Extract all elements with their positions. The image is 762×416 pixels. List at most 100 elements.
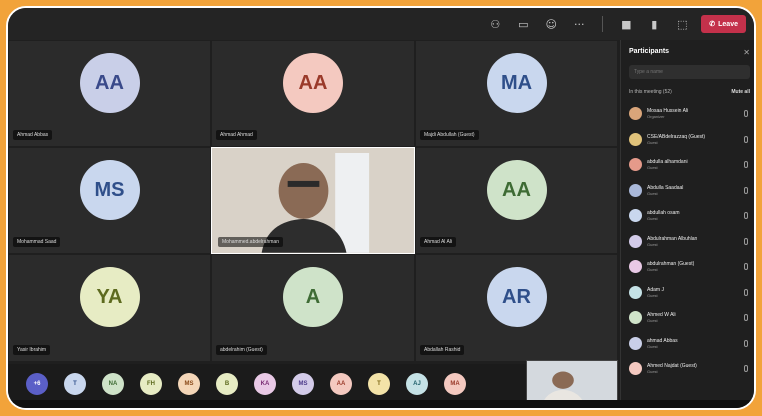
- strip-avatar[interactable]: KA: [254, 373, 276, 395]
- avatar: AA: [283, 53, 343, 113]
- active-speaker-video[interactable]: Mohammed.abdelrahman: [211, 147, 415, 254]
- participants-panel: Participants ✕ In this meeting (52) Mute…: [620, 40, 754, 408]
- participant-row-role: Guest: [647, 292, 658, 298]
- participant-row[interactable]: Adam J Guest: [629, 280, 750, 306]
- close-icon[interactable]: ✕: [743, 48, 750, 57]
- avatar: A: [283, 267, 343, 328]
- mic-icon: [744, 314, 748, 321]
- participant-tile[interactable]: AA Ahmad Abbas: [8, 40, 211, 147]
- participant-row[interactable]: Ahmed Najdat (Guest) Guest: [629, 356, 750, 382]
- avatar: MA: [486, 53, 547, 113]
- avatar: [629, 158, 642, 172]
- more-participants-avatar[interactable]: +6: [26, 373, 48, 395]
- mic-icon: [744, 365, 748, 372]
- participant-tile[interactable]: YA Yasir Ibrahim: [8, 254, 211, 362]
- mic-icon: [744, 186, 748, 194]
- reactions-icon[interactable]: ☺: [542, 17, 560, 31]
- strip-avatar[interactable]: MS: [178, 373, 200, 395]
- participant-tile[interactable]: A abdelrahim (Guest): [211, 254, 415, 362]
- participant-row-role: Guest: [647, 216, 658, 222]
- avatar: YA: [79, 267, 140, 328]
- participant-row-role: Guest: [647, 267, 658, 273]
- mute-all-button[interactable]: Mute all: [731, 89, 750, 95]
- participant-name: Ahmad Al Ali: [420, 237, 457, 247]
- participant-row-role: Guest: [647, 190, 658, 196]
- phone-icon: ✆: [709, 21, 716, 28]
- participant-row[interactable]: abdulrahman (Guest) Guest: [629, 254, 750, 280]
- mic-icon: [744, 288, 748, 296]
- avatar: [629, 183, 642, 197]
- participant-row[interactable]: abdullah osam Guest: [629, 203, 750, 229]
- participant-search-input[interactable]: [629, 65, 750, 79]
- participant-row[interactable]: Ahmed W Ali Guest: [629, 305, 750, 331]
- participant-row[interactable]: ahmad Abbas Guest: [629, 331, 750, 357]
- participant-row[interactable]: abdulla alhamdani Guest: [629, 152, 750, 178]
- avatar: [629, 311, 642, 325]
- participant-row-role: Guest: [647, 241, 658, 247]
- leave-button[interactable]: ✆ Leave: [701, 15, 746, 33]
- strip-avatar[interactable]: MS: [292, 373, 314, 395]
- avatar: [629, 132, 642, 146]
- strip-avatar[interactable]: AA: [330, 373, 352, 395]
- more-options-icon[interactable]: ···: [570, 17, 588, 31]
- participant-name: Abdallah Rashid: [420, 345, 465, 355]
- avatar: MS: [79, 160, 140, 220]
- participant-row-name: ahmad Abbas: [647, 337, 678, 344]
- avatar: [629, 209, 642, 223]
- participant-row-name: Abdulla Saadaal: [647, 184, 684, 191]
- participant-name: Ahmad Abbas: [13, 130, 53, 140]
- avatar: AA: [486, 160, 547, 220]
- mic-icon: [744, 110, 748, 117]
- strip-avatar[interactable]: NA: [102, 373, 124, 395]
- camera-icon[interactable]: ■: [617, 17, 635, 31]
- participant-tile[interactable]: MA Majdi Abdullah (Guest): [415, 40, 618, 147]
- participant-row-role: Guest: [647, 343, 658, 349]
- participant-row-name: Adam J: [647, 286, 664, 293]
- people-icon[interactable]: ⚇: [486, 17, 504, 31]
- avatar: [629, 107, 642, 121]
- participant-list: Mosaa Hussein Ali Organizer CSE/ABdelrazz…: [629, 101, 750, 382]
- strip-avatar[interactable]: B: [216, 373, 238, 395]
- toolbar-divider: [602, 16, 604, 32]
- participant-name: Mohammed.abdelrahman: [218, 237, 283, 247]
- participant-row-role: Guest: [647, 139, 658, 145]
- participant-row-name: CSE/ABdelrazzaq (Guest): [647, 133, 706, 140]
- strip-avatar[interactable]: AJ: [406, 373, 428, 395]
- participant-name: abdelrahim (Guest): [216, 345, 267, 355]
- strip-avatar[interactable]: T: [64, 373, 86, 395]
- panel-title: Participants: [629, 48, 670, 55]
- strip-avatar[interactable]: MA: [444, 373, 466, 395]
- share-screen-icon[interactable]: ⬚: [673, 17, 691, 31]
- strip-avatar[interactable]: T: [368, 373, 390, 395]
- participant-tile[interactable]: MS Mohammad Saad: [8, 147, 211, 254]
- os-taskbar: [8, 400, 754, 408]
- leave-label: Leave: [718, 20, 738, 28]
- mic-icon: [744, 135, 748, 143]
- video-grid: AA Ahmad Abbas AA Ahmad Ahmad MA Majdi A…: [8, 40, 618, 362]
- participant-name: Majdi Abdullah (Guest): [420, 130, 479, 140]
- mic-icon[interactable]: ▮: [645, 17, 663, 31]
- avatar: [629, 336, 642, 350]
- participant-row[interactable]: Abdulrahman Albuhlan Guest: [629, 229, 750, 255]
- participant-row-role: Organizer: [647, 114, 665, 120]
- participant-row[interactable]: Abdulla Saadaal Guest: [629, 178, 750, 204]
- participant-name: Mohammad Saad: [13, 237, 61, 247]
- participant-row[interactable]: CSE/ABdelrazzaq (Guest) Guest: [629, 127, 750, 153]
- participant-tile[interactable]: AR Abdallah Rashid: [415, 254, 618, 362]
- mic-icon: [744, 339, 748, 347]
- meeting-section-header[interactable]: In this meeting (52) Mute all: [629, 89, 750, 95]
- avatar: [629, 362, 642, 376]
- participant-row[interactable]: Mosaa Hussein Ali Organizer: [629, 101, 750, 127]
- avatar: [629, 234, 642, 248]
- chat-icon[interactable]: ▭: [514, 17, 532, 31]
- avatar: AR: [486, 267, 547, 328]
- mic-icon: [744, 212, 748, 219]
- participant-tile[interactable]: AA Ahmad Ahmad: [211, 40, 415, 147]
- participant-name: Yasir Ibrahim: [13, 345, 51, 355]
- participant-tile[interactable]: AA Ahmad Al Ali: [415, 147, 618, 254]
- participant-row-name: Abdulrahman Albuhlan: [647, 235, 698, 242]
- avatar: [629, 260, 642, 274]
- strip-avatar[interactable]: FH: [140, 373, 162, 395]
- teams-window: ⚇ ▭ ☺ ··· ■ ▮ ⬚ ✆ Leave AA Ahmad Abbas A…: [6, 6, 756, 410]
- participant-name: Ahmad Ahmad: [216, 130, 257, 140]
